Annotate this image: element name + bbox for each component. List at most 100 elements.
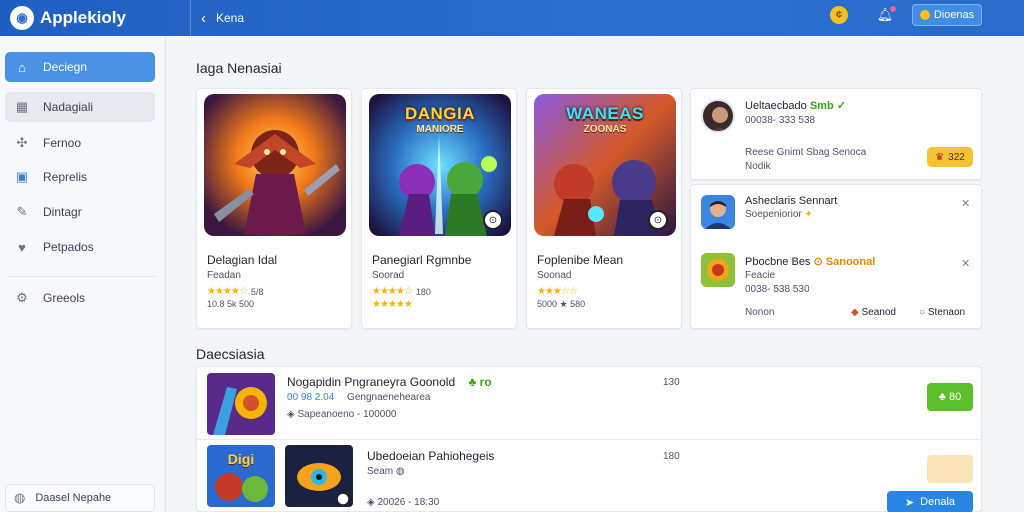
game-thumbnail[interactable] bbox=[207, 373, 275, 435]
library-icon: ▣ bbox=[15, 169, 29, 184]
game-art-title: DANGIA bbox=[404, 104, 476, 123]
crown-pill-button[interactable]: ♛ 322 bbox=[927, 147, 973, 167]
info-icon: ◍ bbox=[395, 466, 405, 477]
user-circle-icon: ◍ bbox=[14, 490, 26, 505]
friends-footer-label: Nonon bbox=[745, 307, 775, 318]
avatar bbox=[701, 99, 735, 133]
friend-meta: 0038- 538 530 bbox=[745, 284, 810, 295]
row-subtitle: Seam ◍ bbox=[367, 466, 405, 477]
row-cta-label: Denala bbox=[920, 496, 956, 508]
sidebar-item-library[interactable]: ▣ Reprelis bbox=[5, 162, 155, 192]
friend-tag: ⊙ Sanoonal bbox=[813, 256, 876, 268]
send-icon: ➤ bbox=[904, 496, 915, 509]
breadcrumb: ‹ Kena bbox=[190, 0, 810, 36]
star-rating-icon: ★★★★☆ bbox=[372, 286, 413, 297]
close-icon[interactable]: ✕ bbox=[961, 197, 970, 210]
game-card-rating: ★★★★☆ 5/8 bbox=[207, 286, 263, 297]
game-art: DANGIA MANIORE ⊙ bbox=[369, 94, 511, 236]
friends-link-1-label: Seanod bbox=[861, 307, 896, 318]
game-card-subtitle: Soorad bbox=[372, 270, 405, 281]
settings-icon: ⚙ bbox=[16, 290, 28, 305]
sidebar-item-label: Greeols bbox=[43, 291, 86, 305]
game-art-title: WANEAS bbox=[566, 104, 644, 123]
tag-icon: ◈ bbox=[287, 409, 295, 420]
game-card[interactable]: Delagian Idal Feadan ★★★★☆ 5/8 10.8 5k 5… bbox=[196, 88, 352, 329]
star-rating-icon: ★★★☆☆ bbox=[537, 286, 578, 297]
game-art-subtitle: ZOONAS bbox=[583, 124, 627, 135]
friend-name-text: Pbocbne Bes bbox=[745, 256, 811, 268]
pencil-icon: ✎ bbox=[16, 204, 28, 219]
age-rating-badge-icon: ⊙ bbox=[648, 210, 668, 230]
row-action-button[interactable]: ♣ 80 bbox=[927, 383, 973, 411]
rating-text: 5/8 bbox=[250, 286, 264, 297]
bell-icon[interactable]: 🔔︎ bbox=[876, 6, 896, 24]
avatar-graphic bbox=[701, 195, 735, 229]
sidebar-item-games[interactable]: ✣ Fernoo bbox=[5, 128, 155, 158]
sidebar-item-label: Reprelis bbox=[43, 170, 88, 184]
top-action-button[interactable]: Dioenas bbox=[912, 4, 982, 26]
rating-text: 180 bbox=[415, 286, 431, 297]
row-stats-a: 00 98 2.04 bbox=[287, 392, 335, 403]
row-number: 130 bbox=[663, 377, 680, 388]
game-card[interactable]: WANEAS ZOONAS ⊙ Foplenibe Mean Soonad ★★… bbox=[526, 88, 682, 329]
sidebar-account[interactable]: ◍ Daasel Nepahe bbox=[5, 484, 155, 512]
app-brand[interactable]: ◉ Applekioly bbox=[10, 5, 126, 31]
star-rating-icon: ★★★★☆ bbox=[207, 286, 248, 297]
row-tag: ♣ ro bbox=[468, 375, 492, 389]
friend-name: Pbocbne Bes ⊙ Sanoonal bbox=[745, 255, 875, 268]
game-card-rating: ★★★★☆ 180 bbox=[372, 286, 431, 297]
row-stats: 00 98 2.04 Gengnaenehearea bbox=[287, 392, 430, 403]
row-cta-button[interactable]: ➤ Denala bbox=[887, 491, 973, 512]
profile-card[interactable]: Ueltaecbado Smb ✓ 00038- 333 538 Reese G… bbox=[690, 88, 982, 180]
friend-subtitle-text: Soepeniorior bbox=[745, 209, 802, 220]
game-card-subtitle: Feadan bbox=[207, 270, 241, 281]
list-section-title: Daecsiasia bbox=[196, 346, 265, 362]
game-art-graphic bbox=[204, 94, 346, 236]
game-card-meta: 10.8 5k 500 bbox=[207, 299, 255, 309]
row-action-button-disabled[interactable] bbox=[927, 455, 973, 483]
crown-icon: ♛ bbox=[935, 151, 945, 163]
crown-pill-label: 322 bbox=[948, 151, 965, 163]
top-bar: ◉ Applekioly ‹ Kena ¢ 🔔︎ Dioenas bbox=[0, 0, 1024, 36]
home-icon: ⌂ bbox=[18, 59, 26, 75]
game-card[interactable]: DANGIA MANIORE ⊙ Panegiarl Rgmnbe Soorad… bbox=[361, 88, 517, 329]
game-thumbnail-title: Digi bbox=[227, 451, 255, 467]
ring-icon: ○ bbox=[919, 307, 926, 318]
friends-card: Asheclaris Sennart Soepeniorior ✦ ✕ Pboc… bbox=[690, 184, 982, 329]
row-meta: ◈ 20026 - 18:30 bbox=[367, 497, 439, 508]
avatar bbox=[701, 195, 735, 229]
avatar bbox=[701, 253, 735, 287]
coin-icon[interactable]: ¢ bbox=[830, 6, 848, 24]
notification-dot bbox=[890, 6, 896, 12]
sidebar-item-label: Nadagiali bbox=[43, 100, 94, 114]
friends-link-1[interactable]: ◆ Seanod bbox=[851, 307, 896, 318]
profile-stats: 00038- 333 538 bbox=[745, 115, 816, 126]
app-name: Applekioly bbox=[40, 8, 126, 27]
breadcrumb-label[interactable]: Kena bbox=[216, 11, 244, 25]
game-card-title: Delagian Idal bbox=[207, 253, 278, 267]
friends-link-2[interactable]: ○ Stenaon bbox=[919, 307, 965, 318]
profile-name-text: Ueltaecbado bbox=[745, 100, 807, 112]
game-thumbnail[interactable]: Digi bbox=[207, 445, 275, 507]
friend-subtitle: Feacie bbox=[745, 270, 776, 281]
row-meta-text: Sapeanoeno - 100000 bbox=[297, 409, 397, 420]
game-thumbnail[interactable] bbox=[285, 445, 353, 507]
tag-icon: ◈ bbox=[367, 497, 375, 508]
sparkle-icon: ✦ bbox=[804, 209, 813, 220]
sidebar-item-grid[interactable]: ▦ Nadagiali bbox=[5, 92, 155, 122]
avatar-graphic bbox=[701, 253, 735, 287]
close-icon[interactable]: ✕ bbox=[961, 257, 970, 270]
game-thumbnail-graphic bbox=[285, 445, 353, 507]
row-number: 180 bbox=[663, 451, 680, 462]
row-title: Ubedoeian Pahiohegeis bbox=[367, 449, 495, 463]
sidebar-item-favorites[interactable]: ♥ Petpados bbox=[5, 232, 155, 262]
sidebar-item-edit[interactable]: ✎ Dintagr bbox=[5, 197, 155, 227]
sidebar-account-label: Daasel Nepahe bbox=[35, 492, 112, 504]
sidebar-item-settings[interactable]: ⚙ Greeols bbox=[5, 283, 155, 313]
game-art-subtitle: MANIORE bbox=[416, 124, 464, 135]
sidebar-item-home[interactable]: ⌂ Deciegn bbox=[5, 52, 155, 82]
friend-name: Asheclaris Sennart bbox=[745, 195, 838, 207]
back-chevron-icon[interactable]: ‹ bbox=[201, 10, 206, 27]
sidebar-item-label: Deciegn bbox=[43, 60, 88, 74]
row-meta-text: 20026 - 18:30 bbox=[377, 497, 440, 508]
